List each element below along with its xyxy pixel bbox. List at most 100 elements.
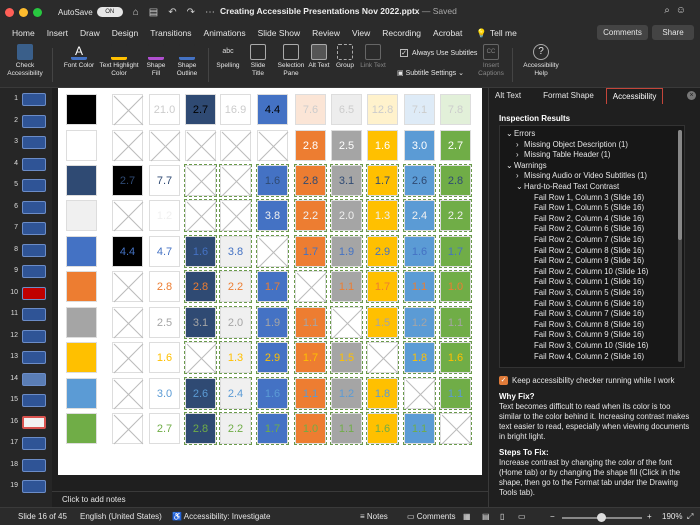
zoom-window-icon[interactable] bbox=[33, 7, 42, 17]
contrast-cell[interactable]: 2.6 bbox=[184, 377, 217, 410]
contrast-cell[interactable]: 1.6 bbox=[439, 341, 472, 374]
fit-slide-icon[interactable]: ⤢ bbox=[687, 512, 693, 522]
contrast-cell[interactable] bbox=[112, 94, 143, 125]
save-icon[interactable]: ▤ bbox=[149, 7, 158, 18]
contrast-cell[interactable] bbox=[294, 270, 327, 303]
contrast-cell[interactable]: 3.1 bbox=[184, 306, 217, 339]
contrast-cell[interactable] bbox=[112, 307, 143, 338]
slideshow-icon[interactable]: ▭ bbox=[518, 512, 526, 521]
contrast-cell[interactable]: 12.8 bbox=[367, 94, 398, 125]
tell-me-search[interactable]: Tell me bbox=[490, 28, 517, 38]
contrast-cell[interactable]: 1.1 bbox=[403, 270, 436, 303]
tab-design[interactable]: Design bbox=[112, 28, 138, 38]
group-button[interactable]: Group bbox=[332, 44, 358, 70]
contrast-cell[interactable]: 1.7 bbox=[439, 235, 472, 268]
contrast-cell[interactable]: 2.8 bbox=[294, 164, 327, 197]
issue-category[interactable]: ⌄Errors bbox=[506, 129, 535, 138]
undo-icon[interactable]: ↶ bbox=[168, 7, 176, 18]
slide-sorter-icon[interactable]: ▤ bbox=[482, 512, 490, 521]
issue-category[interactable]: ⌄Hard-to-Read Text Contrast bbox=[516, 182, 619, 191]
contrast-cell[interactable]: 1.6 bbox=[256, 164, 289, 197]
contrast-cell[interactable]: 16.9 bbox=[220, 94, 251, 125]
contrast-cell[interactable]: 1.7 bbox=[366, 270, 399, 303]
contrast-cell[interactable] bbox=[366, 341, 399, 374]
color-swatch[interactable] bbox=[66, 165, 97, 196]
contrast-cell[interactable]: 1.6 bbox=[256, 377, 289, 410]
slide-thumbnail[interactable]: 18 bbox=[2, 458, 50, 473]
slide-thumbnail[interactable]: 13 bbox=[2, 350, 50, 365]
contrast-cell[interactable]: 2.0 bbox=[330, 199, 363, 232]
contrast-cell[interactable]: 2.7 bbox=[440, 130, 471, 161]
contrast-cell[interactable]: 7.7 bbox=[149, 165, 180, 196]
contrast-cell[interactable]: 1.1 bbox=[330, 412, 363, 445]
notes-pane[interactable]: Click to add notes bbox=[52, 491, 488, 507]
contrast-cell[interactable]: 21.0 bbox=[149, 94, 180, 125]
accessibility-help-button[interactable]: ? Accessibility Help bbox=[520, 44, 562, 78]
zoom-out-icon[interactable]: − bbox=[550, 512, 555, 521]
search-icon[interactable]: ⌕☺ bbox=[664, 5, 692, 16]
issue-item[interactable]: Fail Row 3, Column 10 (Slide 16) bbox=[526, 341, 648, 350]
contrast-cell[interactable]: 1.0 bbox=[294, 412, 327, 445]
inspection-results-tree[interactable]: ⌄Errors › Missing Object Description (1) › M… bbox=[499, 125, 685, 368]
contrast-cell[interactable]: 1.3 bbox=[219, 341, 252, 374]
color-swatch[interactable] bbox=[66, 413, 97, 444]
issue-item[interactable]: Fail Row 1, Column 3 (Slide 16) bbox=[526, 193, 644, 202]
contrast-cell[interactable]: 2.7 bbox=[112, 165, 143, 196]
close-pane-icon[interactable]: × bbox=[687, 91, 696, 100]
contrast-cell[interactable]: 4.7 bbox=[149, 236, 180, 267]
slide-thumbnail[interactable]: 4 bbox=[2, 157, 50, 172]
issue-item[interactable]: Fail Row 3, Column 8 (Slide 16) bbox=[526, 320, 644, 329]
contrast-cell[interactable]: 2.4 bbox=[219, 377, 252, 410]
slide-thumbnail[interactable]: 7 bbox=[2, 221, 50, 236]
slide-thumbnail[interactable]: 19 bbox=[2, 479, 50, 494]
selection-pane-button[interactable]: Selection Pane bbox=[274, 44, 308, 78]
contrast-cell[interactable] bbox=[112, 413, 143, 444]
link-text-button[interactable]: Link Text bbox=[360, 44, 386, 70]
language-status[interactable]: English (United States) bbox=[80, 512, 162, 521]
check-accessibility-button[interactable]: Check Accessibility bbox=[6, 44, 44, 78]
slide-thumbnail[interactable]: 8 bbox=[2, 243, 50, 258]
font-color-button[interactable]: A Font Color bbox=[62, 44, 96, 70]
contrast-cell[interactable]: 2.9 bbox=[366, 235, 399, 268]
reading-view-icon[interactable]: ▯ bbox=[500, 512, 504, 521]
text-highlight-button[interactable]: Text Highlight Color bbox=[96, 44, 142, 78]
contrast-cell[interactable]: 1.1 bbox=[403, 412, 436, 445]
contrast-cell[interactable]: 3.8 bbox=[256, 199, 289, 232]
issue-item[interactable]: Fail Row 2, Column 8 (Slide 16) bbox=[526, 246, 644, 255]
contrast-cell[interactable]: 1.5 bbox=[366, 306, 399, 339]
zoom-in-icon[interactable]: + bbox=[647, 512, 652, 521]
autosave-toggle[interactable]: ON bbox=[96, 7, 123, 17]
contrast-cell[interactable] bbox=[112, 342, 143, 373]
contrast-cell[interactable] bbox=[403, 377, 436, 410]
slide-canvas[interactable]: 21.0 2.7 16.9 4.4 7.6 6.5 12.8 7.1 7.8 2.8 2.5 1.6 3… bbox=[58, 88, 482, 475]
contrast-cell[interactable]: 1.1 bbox=[294, 306, 327, 339]
contrast-cell[interactable]: 2.5 bbox=[149, 307, 180, 338]
issue-item[interactable]: Fail Row 2, Column 10 (Slide 16) bbox=[526, 267, 648, 276]
contrast-cell[interactable]: 1.0 bbox=[439, 270, 472, 303]
minimize-window-icon[interactable] bbox=[19, 7, 28, 17]
tab-insert[interactable]: Insert bbox=[47, 28, 68, 38]
comments-button[interactable]: Comments bbox=[597, 25, 648, 40]
contrast-cell[interactable]: 1.2 bbox=[149, 200, 180, 231]
spelling-button[interactable]: abc Spelling bbox=[214, 44, 242, 70]
issue-item[interactable]: Fail Row 2, Column 6 (Slide 16) bbox=[526, 224, 644, 233]
contrast-cell[interactable]: 2.5 bbox=[331, 130, 362, 161]
shape-fill-button[interactable]: Shape Fill bbox=[142, 44, 170, 78]
issue-category[interactable]: › Missing Table Header (1) bbox=[516, 150, 611, 159]
shape-outline-button[interactable]: Shape Outline bbox=[172, 44, 202, 78]
contrast-cell[interactable] bbox=[112, 200, 143, 231]
contrast-cell[interactable]: 4.4 bbox=[112, 236, 143, 267]
slide-thumbnail[interactable]: 3 bbox=[2, 135, 50, 150]
issue-item[interactable]: Fail Row 3, Column 6 (Slide 16) bbox=[526, 299, 644, 308]
close-window-icon[interactable] bbox=[5, 7, 14, 17]
keep-running-checkbox[interactable]: ✓ Keep accessibility checker running whi… bbox=[499, 376, 675, 385]
tab-draw[interactable]: Draw bbox=[80, 28, 100, 38]
home-icon[interactable]: ⌂ bbox=[133, 7, 139, 18]
contrast-cell[interactable]: 1.8 bbox=[366, 377, 399, 410]
contrast-cell[interactable]: 2.8 bbox=[149, 271, 180, 302]
issue-category[interactable]: › Missing Object Description (1) bbox=[516, 140, 628, 149]
tab-accessibility[interactable]: Accessibility bbox=[605, 88, 664, 104]
contrast-cell[interactable] bbox=[112, 271, 143, 302]
contrast-cell[interactable]: 3.1 bbox=[330, 164, 363, 197]
issue-item[interactable]: Fail Row 2, Column 9 (Slide 16) bbox=[526, 256, 644, 265]
